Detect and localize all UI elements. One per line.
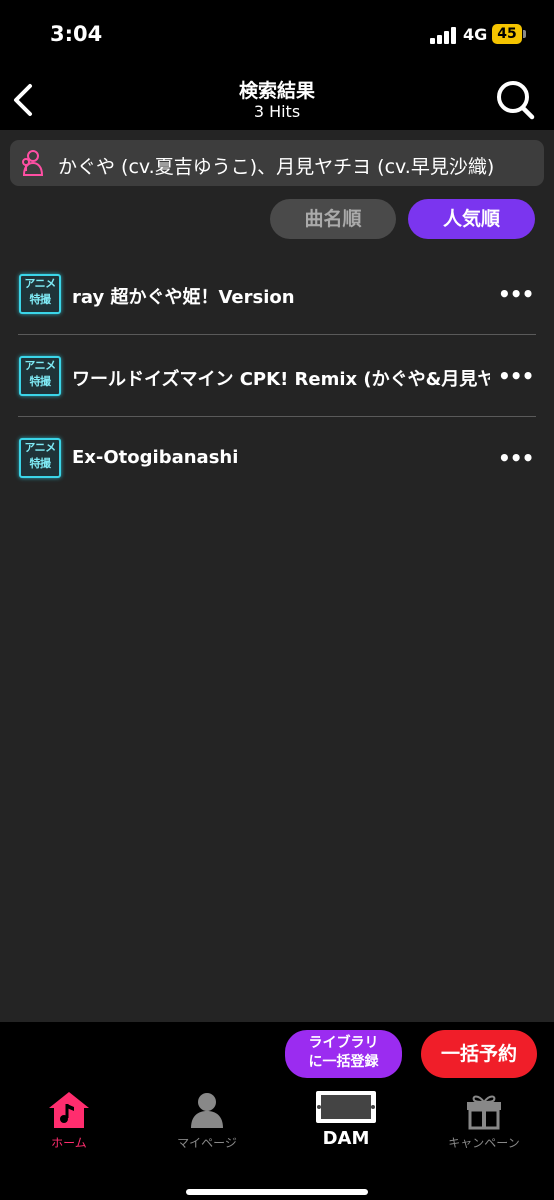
person-icon [191, 1093, 223, 1128]
tab-label: キャンペーン [448, 1136, 520, 1150]
sort-by-title-button[interactable]: 曲名順 [270, 199, 396, 239]
search-icon [497, 81, 535, 120]
result-list: アニメ 特撮 ray 超かぐや姫！Version ••• アニメ 特撮 ワールド… [0, 253, 554, 499]
more-options-button[interactable]: ••• [498, 283, 534, 305]
anime-tokusatsu-badge: アニメ 特撮 [19, 356, 61, 396]
battery-cap [523, 30, 526, 38]
more-options-button[interactable]: ••• [498, 447, 534, 469]
page-title: 検索結果 [238, 80, 315, 102]
song-title: ワールドイズマイン CPK! Remix (かぐや&月見ヤチヨ) [72, 369, 490, 390]
song-title: ray 超かぐや姫！Version [72, 287, 295, 308]
tab-home[interactable]: ホーム [0, 1084, 138, 1154]
list-item[interactable]: アニメ 特撮 ワールドイズマイン CPK! Remix (かぐや&月見ヤチヨ) … [0, 335, 554, 417]
list-item[interactable]: アニメ 特撮 ray 超かぐや姫！Version ••• [0, 253, 554, 335]
badge-line2: 特撮 [29, 457, 52, 470]
badge-line2: 特撮 [29, 375, 52, 388]
sort-by-popularity-button[interactable]: 人気順 [408, 199, 535, 239]
library-label-line1: ライブラリ [308, 1035, 379, 1051]
tab-mypage[interactable]: マイページ [138, 1084, 276, 1154]
tab-dam[interactable]: DAM [277, 1084, 415, 1154]
anime-tokusatsu-badge: アニメ 特撮 [19, 438, 61, 478]
badge-line1: アニメ [24, 441, 56, 454]
search-query-box[interactable]: かぐや (cv.夏吉ゆうこ)、月見ヤチヨ (cv.早見沙織) [10, 140, 544, 186]
singer-icon [22, 150, 44, 176]
battery-icon: 45 [492, 24, 522, 44]
tab-label: マイページ [177, 1136, 237, 1150]
search-button[interactable] [494, 78, 536, 122]
bulk-reserve-button[interactable]: 一括予約 [421, 1030, 537, 1078]
tab-label: ホーム [51, 1136, 87, 1150]
home-indicator [186, 1189, 368, 1195]
badge-line2: 特撮 [29, 293, 52, 306]
home-music-icon [49, 1092, 89, 1128]
list-item[interactable]: アニメ 特撮 Ex-Otogibanashi ••• [0, 417, 554, 499]
library-label-line2: に一括登録 [308, 1054, 379, 1070]
action-bar: ライブラリ に一括登録 一括予約 [0, 1022, 554, 1084]
add-to-library-button[interactable]: ライブラリ に一括登録 [285, 1030, 402, 1078]
status-time: 3:04 [50, 22, 103, 46]
tab-bar: ホーム マイページ DAM キャンペーン [0, 1084, 554, 1200]
header: 検索結果 3 Hits [0, 70, 554, 130]
signal-icon [430, 27, 458, 44]
tab-campaign[interactable]: キャンペーン [415, 1084, 553, 1154]
badge-line1: アニメ [24, 359, 56, 372]
dam-logo-icon [316, 1091, 376, 1123]
badge-line1: アニメ [24, 277, 56, 290]
search-query-text: かぐや (cv.夏吉ゆうこ)、月見ヤチヨ (cv.早見沙織) [58, 156, 495, 178]
more-options-button[interactable]: ••• [498, 365, 534, 387]
hit-count: 3 Hits [253, 102, 301, 121]
network-type: 4G [463, 25, 488, 44]
tab-label: DAM [322, 1128, 370, 1149]
song-title: Ex-Otogibanashi [72, 447, 239, 468]
status-bar: 3:04 4G 45 [0, 0, 554, 70]
gift-icon [467, 1095, 501, 1130]
anime-tokusatsu-badge: アニメ 特撮 [19, 274, 61, 314]
